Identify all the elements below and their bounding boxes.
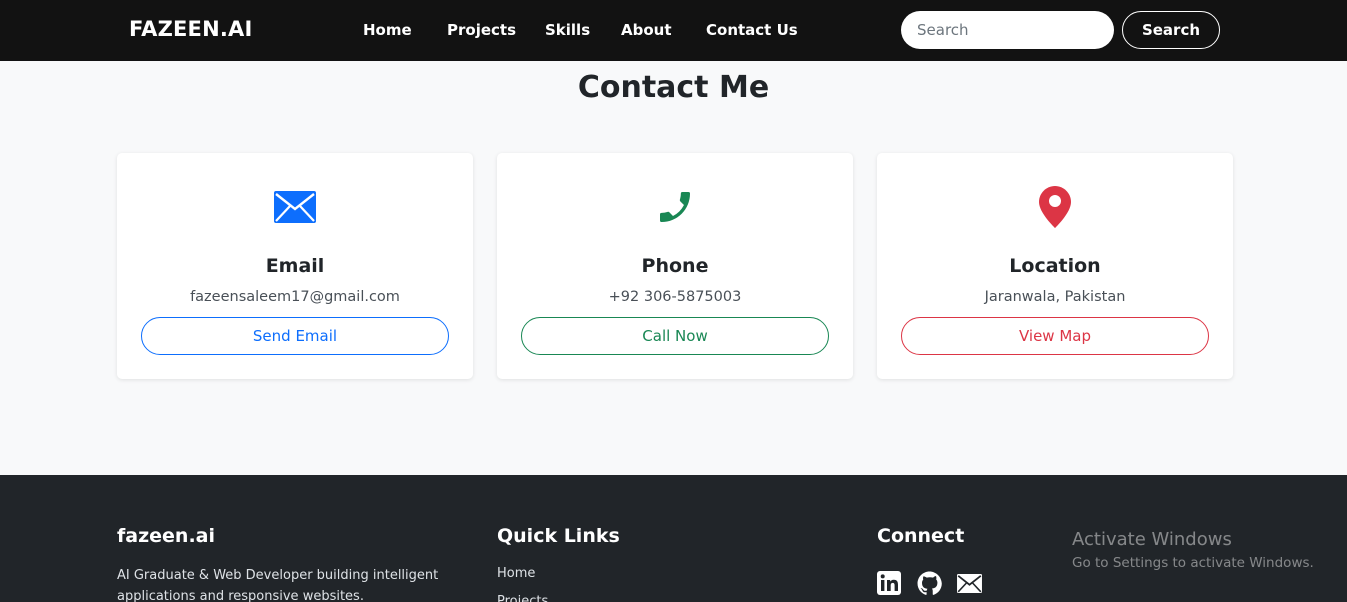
footer-description-line: applications and responsive websites. bbox=[117, 589, 364, 602]
nav-link-about[interactable]: About bbox=[621, 21, 672, 39]
connect-heading: Connect bbox=[877, 525, 965, 547]
card-title: Location bbox=[1009, 255, 1101, 277]
phone-icon bbox=[497, 185, 853, 229]
envelope-icon bbox=[117, 185, 473, 229]
nav-link-contact[interactable]: Contact Us bbox=[706, 21, 798, 39]
footer-link-home[interactable]: Home bbox=[497, 566, 535, 581]
footer-brand: fazeen.ai bbox=[117, 525, 215, 547]
nav-link-home[interactable]: Home bbox=[363, 21, 412, 39]
send-email-button[interactable]: Send Email bbox=[141, 317, 449, 355]
footer-description-line: AI Graduate & Web Developer building int… bbox=[117, 568, 439, 583]
quick-links-heading: Quick Links bbox=[497, 525, 620, 547]
activate-windows-text: Go to Settings to activate Windows. bbox=[1072, 555, 1314, 571]
activate-windows-title: Activate Windows bbox=[1072, 529, 1232, 550]
search-input[interactable] bbox=[901, 11, 1114, 49]
call-now-button[interactable]: Call Now bbox=[521, 317, 829, 355]
location-card: Location Jaranwala, Pakistan View Map bbox=[877, 153, 1233, 379]
phone-number: +92 306-5875003 bbox=[608, 289, 742, 305]
map-pin-icon bbox=[877, 185, 1233, 229]
location-text: Jaranwala, Pakistan bbox=[984, 289, 1126, 305]
nav-link-projects[interactable]: Projects bbox=[447, 21, 516, 39]
github-icon[interactable] bbox=[916, 570, 942, 596]
brand-logo[interactable]: FAZEEN.AI bbox=[129, 17, 253, 41]
linkedin-icon[interactable] bbox=[876, 570, 902, 596]
view-map-button[interactable]: View Map bbox=[901, 317, 1209, 355]
phone-card: Phone +92 306-5875003 Call Now bbox=[497, 153, 853, 379]
envelope-icon[interactable] bbox=[956, 570, 982, 596]
email-address: fazeensaleem17@gmail.com bbox=[190, 289, 400, 305]
footer-description: AI Graduate & Web Developer building int… bbox=[117, 565, 447, 602]
email-card: Email fazeensaleem17@gmail.com Send Emai… bbox=[117, 153, 473, 379]
navbar: FAZEEN.AI Home Projects Skills About Con… bbox=[0, 0, 1347, 61]
nav-link-skills[interactable]: Skills bbox=[545, 21, 590, 39]
footer-link-projects[interactable]: Projects bbox=[497, 594, 548, 602]
search-button[interactable]: Search bbox=[1122, 11, 1220, 49]
card-title: Email bbox=[265, 255, 325, 277]
page-title: Contact Me bbox=[577, 70, 770, 105]
card-title: Phone bbox=[641, 255, 709, 277]
